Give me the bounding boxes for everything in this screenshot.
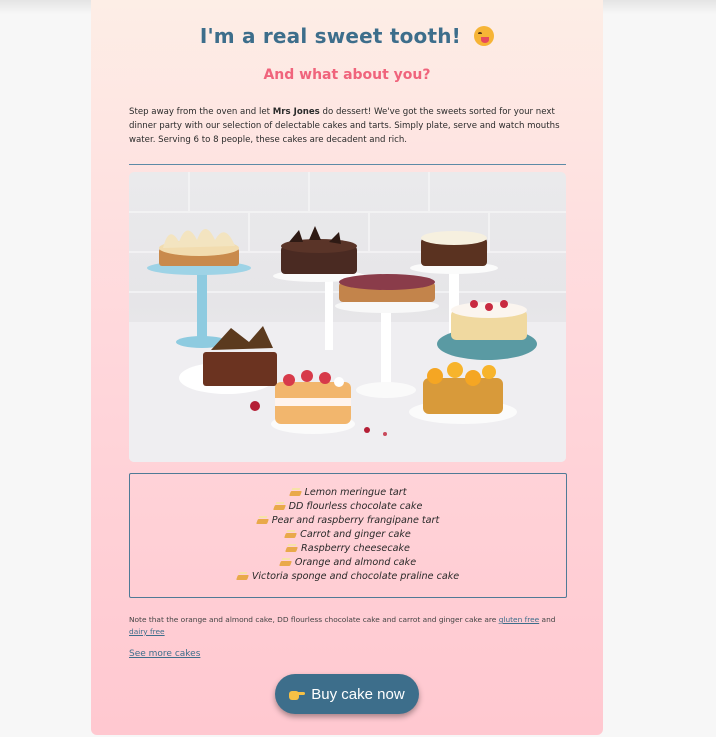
cake-name: Carrot and ginger cake (300, 529, 411, 540)
cakes-illustration (129, 172, 566, 462)
gluten-free-link[interactable]: gluten free (499, 615, 539, 624)
pointing-hand-icon (289, 688, 306, 700)
cake-menu-list: Lemon meringue tart DD flourless chocola… (130, 486, 566, 584)
buy-cake-label: Buy cake now (311, 685, 405, 703)
email-card: I'm a real sweet tooth! And what about y… (91, 0, 603, 735)
note-joiner: and (539, 615, 556, 624)
cake-name: Orange and almond cake (294, 557, 417, 568)
see-more-cakes-link[interactable]: See more cakes (129, 649, 200, 659)
cake-name: Raspberry cheesecake (301, 543, 410, 554)
cake-menu-box: Lemon meringue tart DD flourless chocola… (129, 473, 567, 598)
list-item: Carrot and ginger cake (130, 528, 566, 542)
intro-text-start: Step away from the oven and let (129, 107, 273, 117)
note-text: Note that the orange and almond cake, DD… (129, 615, 499, 624)
cake-slice-icon (237, 572, 248, 580)
cake-slice-icon (274, 502, 285, 510)
cake-slice-icon (257, 516, 268, 524)
list-item: DD flourless chocolate cake (130, 500, 566, 514)
dietary-note: Note that the orange and almond cake, DD… (129, 614, 561, 638)
list-item: Lemon meringue tart (130, 486, 566, 500)
cake-name: DD flourless chocolate cake (288, 501, 423, 512)
cake-name: Lemon meringue tart (304, 487, 407, 498)
list-item: Pear and raspberry frangipane tart (130, 514, 566, 528)
title-text: I'm a real sweet tooth! (199, 24, 461, 48)
cake-slice-icon (280, 558, 291, 566)
buy-cake-button[interactable]: Buy cake now (275, 674, 419, 714)
page-subtitle: And what about you? (263, 67, 431, 83)
cake-slice-icon (285, 530, 296, 538)
face-savoring-food-icon (474, 26, 495, 46)
list-item: Victoria sponge and chocolate praline ca… (130, 570, 566, 584)
list-item: Raspberry cheesecake (130, 542, 566, 556)
divider (129, 164, 566, 165)
cake-name: Victoria sponge and chocolate praline ca… (251, 571, 460, 582)
brand-name: Mrs Jones (272, 107, 320, 117)
cake-slice-icon (286, 544, 297, 552)
cakes-photo (129, 172, 566, 462)
cake-slice-icon (290, 488, 301, 496)
dairy-free-link[interactable]: dairy free (129, 627, 165, 636)
intro-paragraph: Step away from the oven and let Mrs Jone… (129, 105, 567, 147)
list-item: Orange and almond cake (130, 556, 566, 570)
cake-name: Pear and raspberry frangipane tart (271, 515, 440, 526)
page-title: I'm a real sweet tooth! (91, 24, 603, 48)
